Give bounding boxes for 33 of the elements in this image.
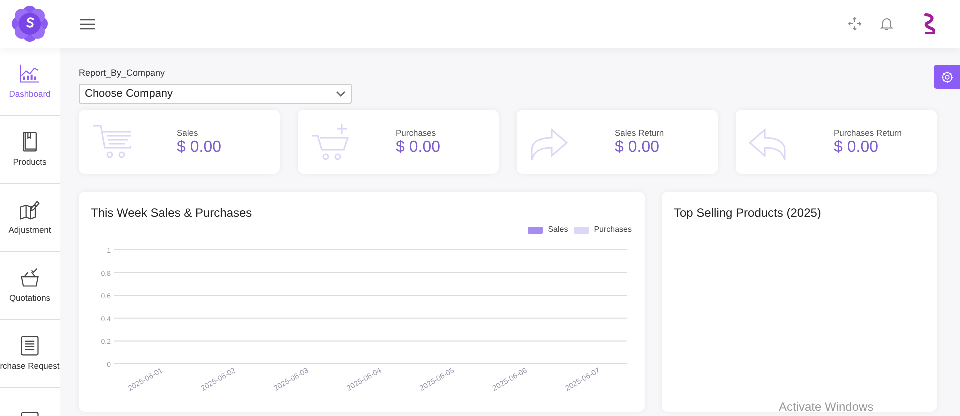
bell-icon[interactable] [880, 17, 894, 31]
gear-icon [940, 70, 954, 84]
card-title: Top Selling Products (2025) [674, 205, 822, 222]
activation-notice: Activate Windows [779, 399, 874, 416]
company-select[interactable]: Choose Company [79, 84, 352, 104]
basket-icon [19, 266, 41, 289]
expand-icon[interactable] [848, 17, 862, 31]
brand-icon[interactable] [922, 13, 938, 35]
sidebar-item[interactable]: rchase Request [0, 320, 60, 388]
chart-icon [19, 62, 41, 85]
sidebar-item[interactable]: Dashboard [0, 48, 60, 116]
stat-value: $ 0.00 [177, 139, 222, 158]
stat-label: Purchases [396, 126, 438, 140]
stat-label: Sales [177, 126, 200, 140]
sidebar-item[interactable]: Adjustment [0, 184, 60, 252]
sidebar-item[interactable]: Quotations [0, 252, 60, 320]
stat-label: Purchases Return [834, 126, 902, 140]
legend-label: Purchases [594, 224, 632, 236]
cart-plus-icon [310, 122, 350, 162]
card-title: This Week Sales & Purchases [91, 205, 254, 222]
receipt-icon [19, 334, 41, 357]
stat-value: $ 0.00 [396, 139, 440, 158]
stat-label: Sales Return [615, 126, 664, 140]
logo-icon [12, 6, 48, 42]
sidebar-item[interactable]: Products [0, 116, 60, 184]
menu-icon[interactable] [80, 18, 95, 30]
stat-value: $ 0.00 [834, 139, 880, 158]
filter-label: Report_By_Company [79, 68, 166, 79]
settings-button[interactable] [934, 65, 960, 89]
map-icon [19, 198, 41, 221]
stat-value: $ 0.00 [615, 139, 660, 158]
legend-label: Sales [548, 224, 568, 236]
chevron-icon [336, 91, 346, 97]
